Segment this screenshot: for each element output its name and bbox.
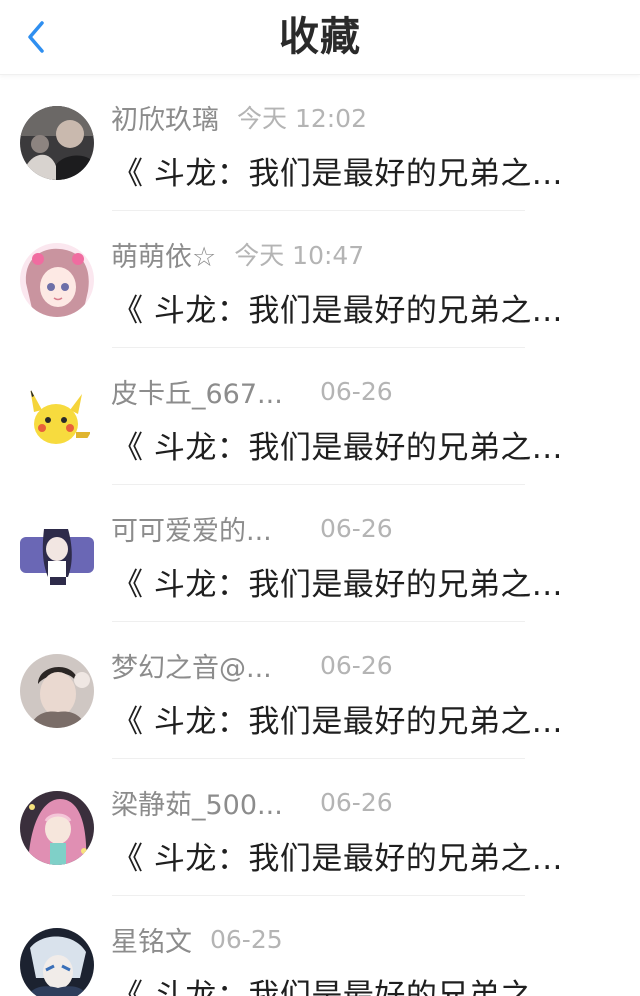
timestamp: 06-26 (320, 650, 393, 680)
avatar (20, 380, 94, 454)
message-preview: 《 斗龙：我们是最好的兄弟之... (112, 841, 563, 877)
user-name: 可可爱爱的... (111, 515, 272, 547)
timestamp: 06-26 (320, 376, 393, 406)
user-name: 萌萌依☆ (111, 241, 217, 273)
timestamp: 今天 12:02 (237, 104, 367, 133)
message-preview: 《 斗龙：我们是最好的兄弟之... (112, 430, 563, 466)
user-name: 梦幻之音@... (111, 652, 272, 684)
list-item[interactable]: 可可爱爱的... 06-26 《 斗龙：我们是最好的兄弟之... (0, 485, 640, 622)
top-nav-bar: 收藏 (0, 0, 640, 75)
message-preview: 《 斗龙：我们是最好的兄弟之... (112, 567, 563, 603)
list-item[interactable]: 梦幻之音@... 06-26 《 斗龙：我们是最好的兄弟之... (0, 622, 640, 759)
user-name: 皮卡丘_667... (111, 378, 283, 410)
avatar (20, 928, 94, 996)
back-button[interactable] (14, 14, 58, 60)
item-meta: 星铭文 06-25 (111, 920, 283, 958)
timestamp: 今天 10:47 (234, 241, 365, 270)
page-title: 收藏 (279, 14, 361, 60)
message-preview: 《 斗龙：我们是最好的兄弟之... (112, 978, 563, 996)
list-item[interactable]: 萌萌依☆ 今天 10:47 《 斗龙：我们是最好的兄弟之... (0, 211, 640, 348)
timestamp: 06-25 (210, 924, 283, 954)
item-meta: 可可爱爱的... 06-26 (111, 509, 393, 547)
avatar (20, 791, 94, 865)
item-meta: 梁静茹_500... 06-26 (111, 783, 393, 821)
message-preview: 《 斗龙：我们是最好的兄弟之... (112, 704, 563, 740)
list-item[interactable]: 梁静茹_500... 06-26 《 斗龙：我们是最好的兄弟之... (0, 759, 640, 896)
timestamp: 06-26 (320, 513, 393, 543)
user-name: 初欣玖璃 (111, 104, 219, 136)
avatar (20, 517, 94, 591)
item-meta: 皮卡丘_667... 06-26 (111, 372, 393, 410)
item-meta: 初欣玖璃 今天 12:02 (111, 98, 367, 136)
item-meta: 梦幻之音@... 06-26 (111, 646, 393, 684)
avatar (20, 243, 94, 317)
timestamp: 06-26 (320, 787, 393, 817)
favorites-screen: 收藏 初欣玖璃 今天 12:02 《 斗龙：我们是最好的兄弟之... 萌萌依☆ … (0, 0, 640, 996)
avatar (20, 106, 94, 180)
message-preview: 《 斗龙：我们是最好的兄弟之... (112, 156, 563, 192)
avatar (20, 654, 94, 728)
favorites-list: 初欣玖璃 今天 12:02 《 斗龙：我们是最好的兄弟之... 萌萌依☆ 今天 … (0, 74, 640, 996)
user-name: 梁静茹_500... (111, 789, 283, 821)
chevron-left-icon (28, 21, 44, 53)
message-preview: 《 斗龙：我们是最好的兄弟之... (112, 293, 563, 329)
item-meta: 萌萌依☆ 今天 10:47 (111, 235, 364, 273)
list-item[interactable]: 皮卡丘_667... 06-26 《 斗龙：我们是最好的兄弟之... (0, 348, 640, 485)
user-name: 星铭文 (111, 926, 192, 958)
list-item[interactable]: 星铭文 06-25 《 斗龙：我们是最好的兄弟之... (0, 896, 640, 996)
list-item[interactable]: 初欣玖璃 今天 12:02 《 斗龙：我们是最好的兄弟之... (0, 74, 640, 211)
